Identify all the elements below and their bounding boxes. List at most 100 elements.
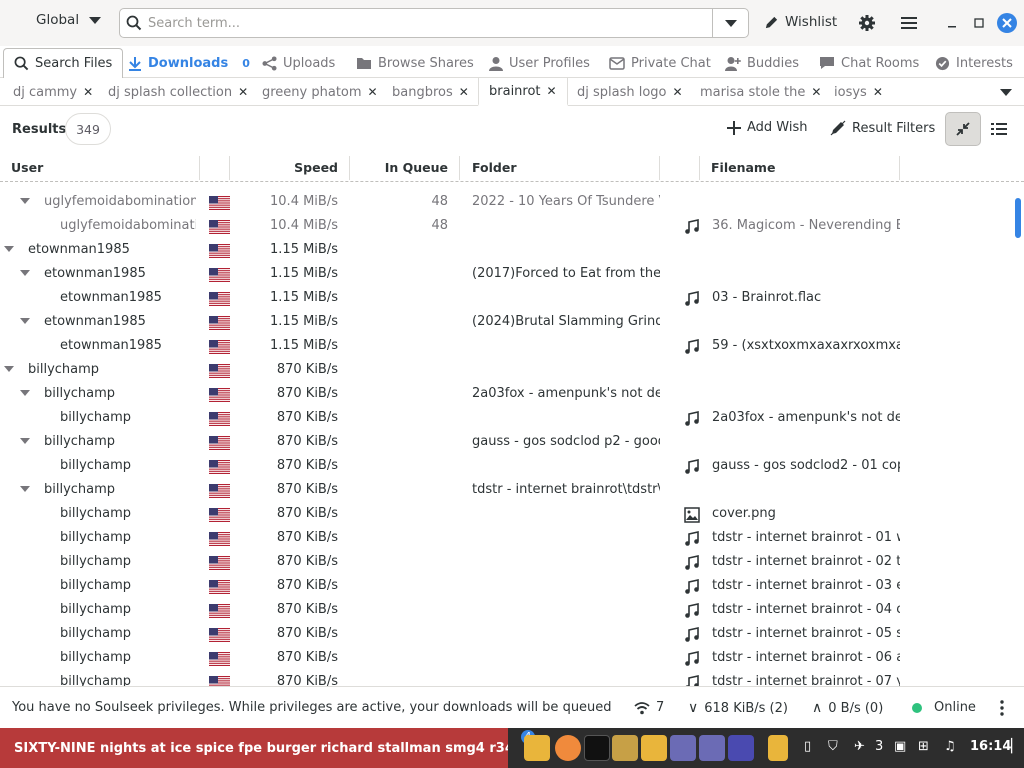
result-row[interactable]: billychamp 870 KiB/s <box>0 358 1010 382</box>
download-speed-indicator[interactable]: ∨ 618 KiB/s (2) <box>688 700 788 716</box>
clipboard-icon[interactable]: ▯ <box>804 739 811 754</box>
maximize-icon[interactable] <box>969 13 989 33</box>
wishlist-button[interactable]: Wishlist <box>764 14 837 30</box>
media-player-icon[interactable] <box>728 735 754 761</box>
result-row[interactable]: etownman1985 1.15 MiB/s 03 - Brainrot.flac <box>0 286 1010 310</box>
search-tab[interactable]: dj cammy ✕ <box>13 78 93 106</box>
tab-private-chat[interactable]: Private Chat <box>609 48 711 78</box>
tab-buddies[interactable]: Buddies <box>725 48 799 78</box>
list-view-toggle[interactable] <box>981 112 1017 146</box>
expander-arrow-icon[interactable] <box>20 390 30 396</box>
expander-arrow-icon[interactable] <box>20 318 30 324</box>
tab-search-files[interactable]: Search Files <box>3 48 124 78</box>
result-row[interactable]: billychamp 870 KiB/s cover.png <box>0 502 1010 526</box>
calendar-icon[interactable]: ▣ <box>894 739 906 754</box>
result-row[interactable]: etownman1985 1.15 MiB/s 59 - (xsxtxoxmxaxa… <box>0 334 1010 358</box>
active-window-title[interactable]: SIXTY-NINE nights at ice spice fpe burge… <box>0 728 508 768</box>
result-row[interactable]: etownman1985 1.15 MiB/s (2024)Brutal Slamm… <box>0 310 1010 334</box>
music-icon[interactable]: ♫ <box>944 739 956 754</box>
result-row[interactable]: uglyfemoidabomination 10.4 MiB/s 48 2022 - … <box>0 190 1010 214</box>
column-user[interactable]: User <box>11 160 43 175</box>
close-icon[interactable]: ✕ <box>368 85 378 99</box>
search-tab[interactable]: marisa stole the ✕ <box>700 78 821 106</box>
expander-arrow-icon[interactable] <box>20 486 30 492</box>
search-history-dropdown[interactable] <box>712 9 748 37</box>
column-separator[interactable] <box>899 156 900 180</box>
app-grid-icon[interactable] <box>699 735 725 761</box>
search-tab[interactable]: dj splash logo ✕ <box>577 78 683 106</box>
menu-icon[interactable] <box>899 13 919 33</box>
result-filters-button[interactable]: Result Filters <box>830 120 935 136</box>
close-icon[interactable] <box>997 13 1017 33</box>
result-row[interactable]: billychamp 870 KiB/s gauss - gos sodclod2 … <box>0 454 1010 478</box>
tab-downloads[interactable]: Downloads 0 <box>128 48 250 78</box>
result-row[interactable]: billychamp 870 KiB/s tdstr - internet brai… <box>0 622 1010 646</box>
tab-uploads[interactable]: Uploads <box>262 48 335 78</box>
search-tab[interactable]: bangbros ✕ <box>392 78 469 106</box>
result-row[interactable]: billychamp 870 KiB/s tdstr - internet brai… <box>0 646 1010 670</box>
result-row[interactable]: uglyfemoidabomination 10.4 MiB/s 48 36. Mag… <box>0 214 1010 238</box>
expander-arrow-icon[interactable] <box>4 366 14 372</box>
connections-indicator[interactable]: 7 <box>634 700 664 715</box>
tab-interests[interactable]: Interests <box>935 48 1013 78</box>
network-icon[interactable]: ⊞ <box>918 739 929 754</box>
app-grid-icon[interactable] <box>670 735 696 761</box>
expander-arrow-icon[interactable] <box>20 270 30 276</box>
files-icon[interactable] <box>524 735 550 761</box>
search-tab-active[interactable]: brainrot ✕ <box>478 78 568 106</box>
notification-icon[interactable]: ✈ <box>854 739 865 754</box>
tab-list-dropdown[interactable] <box>1000 78 1012 106</box>
close-icon[interactable]: ✕ <box>673 85 683 99</box>
folder-icon[interactable] <box>612 735 638 761</box>
refresh-app-icon[interactable] <box>555 735 581 761</box>
result-row[interactable]: billychamp 870 KiB/s tdstr - internet brai… <box>0 598 1010 622</box>
tab-user-profiles[interactable]: User Profiles <box>489 48 590 78</box>
close-icon[interactable]: ✕ <box>873 85 883 99</box>
expander-arrow-icon[interactable] <box>4 246 14 252</box>
column-filename[interactable]: Filename <box>711 160 775 175</box>
close-icon[interactable]: ✕ <box>811 85 821 99</box>
search-scope-dropdown[interactable]: Global <box>36 12 102 28</box>
result-row[interactable]: billychamp 870 KiB/s gauss - gos sodclod p… <box>0 430 1010 454</box>
column-in-queue[interactable]: In Queue <box>360 160 448 175</box>
result-row[interactable]: billychamp 870 KiB/s tdstr - internet brai… <box>0 478 1010 502</box>
column-speed[interactable]: Speed <box>240 160 338 175</box>
result-row[interactable]: etownman1985 1.15 MiB/s <box>0 238 1010 262</box>
column-separator[interactable] <box>199 156 200 180</box>
show-desktop-icon[interactable]: ▏ <box>1011 739 1021 754</box>
tab-chat-rooms[interactable]: Chat Rooms <box>819 48 919 78</box>
result-row[interactable]: billychamp 870 KiB/s tdstr - internet brai… <box>0 550 1010 574</box>
nicotine-icon[interactable] <box>641 735 667 761</box>
column-separator[interactable] <box>349 156 350 180</box>
tab-browse-shares[interactable]: Browse Shares <box>356 48 474 78</box>
collapse-all-toggle[interactable] <box>945 112 981 146</box>
minimize-icon[interactable] <box>942 13 962 33</box>
expander-arrow-icon[interactable] <box>20 198 30 204</box>
expander-arrow-icon[interactable] <box>20 438 30 444</box>
column-separator[interactable] <box>699 156 700 180</box>
scrollbar-thumb[interactable] <box>1015 198 1021 238</box>
result-row[interactable]: billychamp 870 KiB/s tdstr - internet brai… <box>0 670 1010 686</box>
result-row[interactable]: billychamp 870 KiB/s tdstr - internet brai… <box>0 574 1010 598</box>
search-tab[interactable]: iosys ✕ <box>834 78 883 106</box>
close-icon[interactable]: ✕ <box>238 85 248 99</box>
result-row[interactable]: billychamp 870 KiB/s 2a03fox - amenpunk's … <box>0 382 1010 406</box>
upload-speed-indicator[interactable]: ∧ 0 B/s (0) <box>812 700 883 716</box>
close-icon[interactable]: ✕ <box>459 85 469 99</box>
gear-icon[interactable] <box>857 13 877 33</box>
result-row[interactable]: billychamp 870 KiB/s tdstr - internet brai… <box>0 526 1010 550</box>
search-input[interactable]: Search term... <box>148 16 712 31</box>
result-row[interactable]: billychamp 870 KiB/s 2a03fox - amenpunk's … <box>0 406 1010 430</box>
terminal-icon[interactable] <box>584 735 610 761</box>
search-field[interactable]: Search term... <box>119 8 749 38</box>
results-scrollbar[interactable] <box>1014 186 1024 686</box>
add-wish-button[interactable]: Add Wish <box>727 120 808 135</box>
column-separator[interactable] <box>659 156 660 180</box>
column-separator[interactable] <box>229 156 230 180</box>
online-status[interactable]: Online <box>912 700 976 715</box>
column-separator[interactable] <box>459 156 460 180</box>
more-options-icon[interactable] <box>1000 700 1004 716</box>
search-tab[interactable]: dj splash collection ✕ <box>108 78 248 106</box>
nicotine-tray-icon[interactable] <box>768 735 788 761</box>
column-folder[interactable]: Folder <box>472 160 517 175</box>
